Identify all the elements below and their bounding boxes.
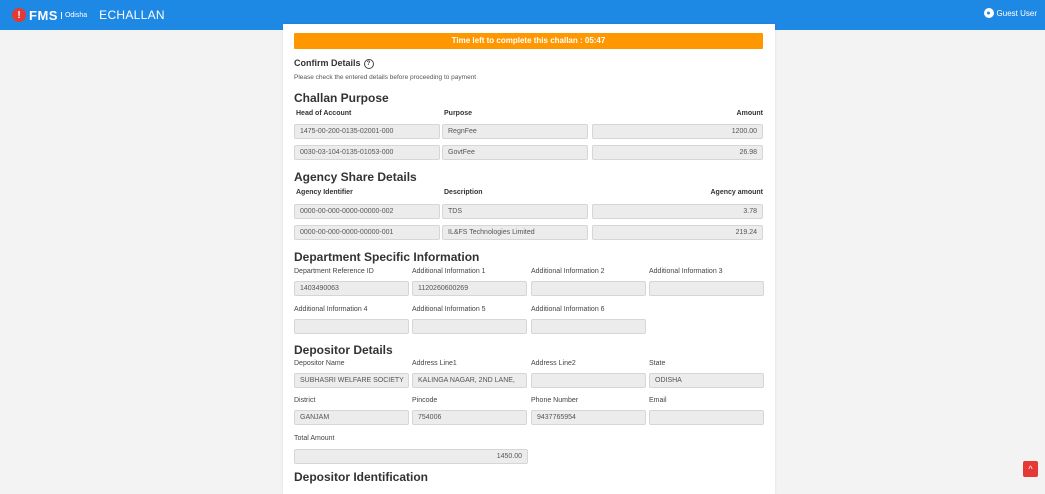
agency-description-field: IL&FS Technologies Limited [442, 225, 588, 240]
additional-info-3-field [649, 281, 764, 296]
logo-fms-text: FMS [29, 7, 58, 23]
challan-purpose-title: Challan Purpose [294, 91, 389, 105]
additional-info-2-field [531, 281, 646, 296]
confirm-details-title: Confirm Details [294, 58, 361, 68]
phone-number-field: 9437765954 [531, 410, 646, 425]
amount-field: 1200.00 [592, 124, 763, 139]
depositor-name-field: SUBHASRI WELFARE SOCIETY [294, 373, 409, 388]
additional-info-5-field [412, 319, 527, 334]
logo-odisha-text: Odisha [60, 11, 87, 19]
additional-info-1-field: 1120260600269 [412, 281, 527, 296]
challan-card: Time left to complete this challan : 05:… [283, 24, 775, 494]
total-amount-field: 1450.00 [294, 449, 528, 464]
email-label: Email [649, 397, 667, 404]
purpose-field: GovtFee [442, 145, 588, 160]
state-field: ODISHA [649, 373, 764, 388]
email-field [649, 410, 764, 425]
col-agency-identifier: Agency Identifier [296, 189, 353, 196]
agency-identifier-field: 0000-00-000-0000-00000-001 [294, 225, 440, 240]
phone-number-label: Phone Number [531, 397, 579, 404]
address-line2-field [531, 373, 646, 388]
confirm-subtitle: Please check the entered details before … [294, 74, 477, 81]
guest-user-label: Guest User [996, 8, 1037, 18]
district-field: GANJAM [294, 410, 409, 425]
col-amount: Amount [736, 110, 763, 117]
confirm-details-heading: Confirm Details? [294, 58, 374, 69]
amount-field: 26.98 [592, 145, 763, 160]
additional-info-4-field [294, 319, 409, 334]
purpose-field: RegnFee [442, 124, 588, 139]
col-head-of-account: Head of Account [296, 110, 352, 117]
depositor-identification-title: Depositor Identification [294, 470, 429, 484]
depositor-name-label: Depositor Name [294, 360, 345, 367]
additional-info-1-label: Additional Information 1 [412, 268, 486, 275]
help-icon[interactable]: ? [363, 58, 374, 69]
address-line1-field: KALINGA NAGAR, 2ND LANE, [412, 373, 527, 388]
timer-banner: Time left to complete this challan : 05:… [294, 33, 763, 49]
scroll-to-top-button[interactable]: ^ [1023, 461, 1038, 477]
agency-description-field: TDS [442, 204, 588, 219]
additional-info-4-label: Additional Information 4 [294, 306, 368, 313]
logo-badge-icon: ! [12, 8, 26, 22]
additional-info-5-label: Additional Information 5 [412, 306, 486, 313]
additional-info-6-label: Additional Information 6 [531, 306, 605, 313]
col-agency-amount: Agency amount [710, 189, 763, 196]
additional-info-3-label: Additional Information 3 [649, 268, 723, 275]
pincode-field: 754006 [412, 410, 527, 425]
total-amount-label: Total Amount [294, 435, 335, 442]
address-line2-label: Address Line2 [531, 360, 576, 367]
agency-share-title: Agency Share Details [294, 170, 417, 184]
dept-reference-id-field: 1403490063 [294, 281, 409, 296]
agency-amount-field: 219.24 [592, 225, 763, 240]
head-of-account-field: 0030-03-104-0135-01053-000 [294, 145, 440, 160]
fms-logo[interactable]: ! FMS Odisha [12, 6, 87, 24]
address-line1-label: Address Line1 [412, 360, 457, 367]
agency-identifier-field: 0000-00-000-0000-00000-002 [294, 204, 440, 219]
chevron-up-icon: ^ [1028, 464, 1033, 474]
depositor-details-title: Depositor Details [294, 343, 393, 357]
district-label: District [294, 397, 316, 404]
guest-user-menu[interactable]: ● Guest User [983, 8, 1037, 18]
state-label: State [649, 360, 666, 367]
pincode-label: Pincode [412, 397, 438, 404]
additional-info-6-field [531, 319, 646, 334]
head-of-account-field: 1475-00-200-0135-02001-000 [294, 124, 440, 139]
col-description: Description [444, 189, 483, 196]
additional-info-2-label: Additional Information 2 [531, 268, 605, 275]
app-title[interactable]: ECHALLAN [99, 8, 165, 22]
col-purpose: Purpose [444, 110, 473, 117]
dept-reference-id-label: Department Reference ID [294, 268, 374, 275]
agency-amount-field: 3.78 [592, 204, 763, 219]
department-info-title: Department Specific Information [294, 250, 480, 264]
user-icon: ● [983, 8, 994, 18]
